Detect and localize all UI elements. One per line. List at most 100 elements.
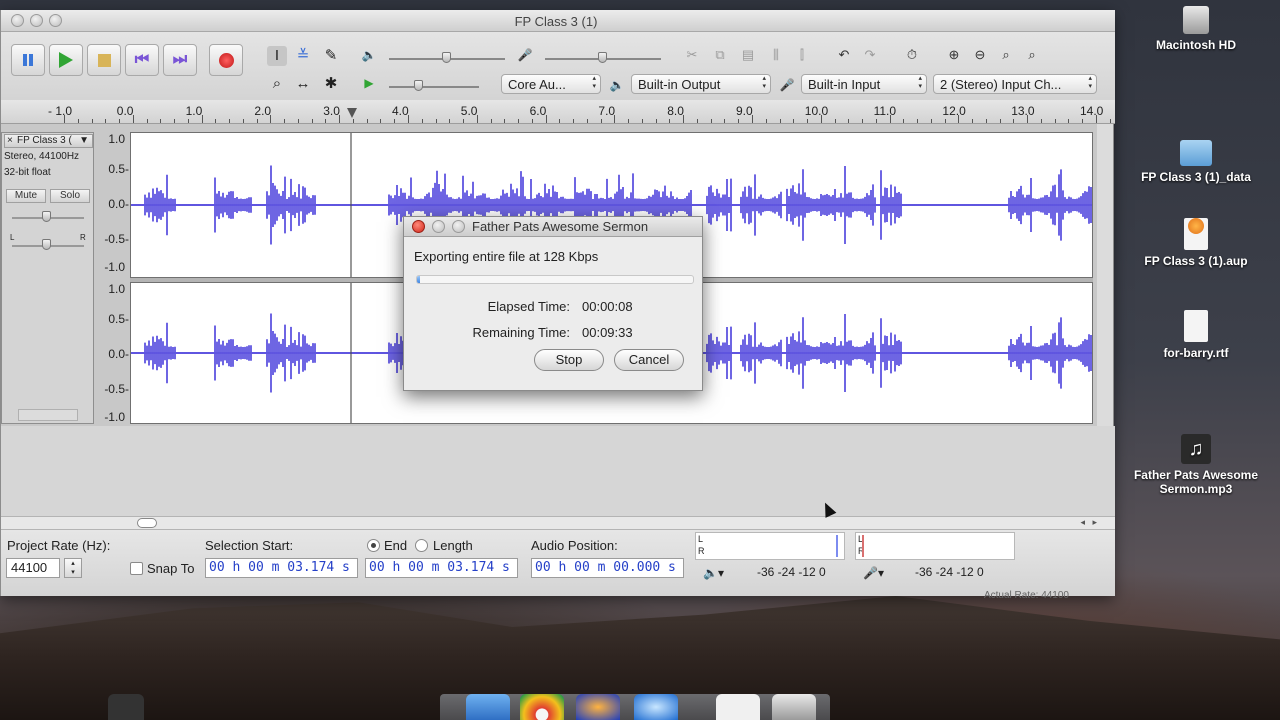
scrollbar-thumb[interactable] (137, 518, 157, 528)
finder-dock-icon[interactable] (466, 694, 510, 720)
gain-slider-thumb[interactable] (42, 211, 51, 222)
ruler-tick (958, 115, 960, 123)
ruler-tick (408, 115, 409, 123)
ruler-tick (889, 115, 891, 123)
desktop-icon-mp3-file[interactable]: ♫ Father Pats Awesome Sermon.mp3 (1126, 434, 1266, 496)
envelope-tool[interactable]: ≚ (293, 46, 313, 66)
copy-button[interactable]: ⧉ (709, 44, 731, 66)
export-progress-dialog: Father Pats Awesome Sermon Exporting ent… (403, 216, 703, 391)
silence-button[interactable]: ⫿ (791, 44, 813, 66)
record-button[interactable] (209, 44, 243, 76)
stop-export-button[interactable]: Stop (534, 349, 604, 371)
cancel-export-button[interactable]: Cancel (614, 349, 684, 371)
fit-selection-icon: ⌕ (1002, 47, 1010, 62)
record-volume-thumb[interactable] (598, 52, 607, 63)
paste-button[interactable]: ▤ (737, 44, 759, 66)
document-dock-icon[interactable] (716, 694, 760, 720)
speaker-small-icon[interactable]: 🔈▾ (703, 566, 724, 580)
mic-small-icon[interactable]: 🎤▾ (863, 566, 884, 580)
pause-button[interactable] (11, 44, 45, 76)
dialog-zoom-button[interactable] (452, 220, 465, 233)
ruler-tick (352, 119, 354, 123)
track-collapse-handle[interactable] (18, 409, 78, 421)
play-button[interactable] (49, 44, 83, 76)
selection-tool[interactable]: I (267, 46, 287, 66)
desktop-icon-rtf-file[interactable]: for-barry.rtf (1126, 310, 1266, 360)
scroll-left-arrow-icon[interactable]: ◂ (1080, 517, 1085, 528)
dialog-minimize-button[interactable] (432, 220, 445, 233)
ruler-tick (284, 119, 286, 123)
mute-button[interactable]: Mute (6, 189, 46, 203)
skip-to-start-button[interactable]: ⏮ (125, 44, 159, 76)
input-device-select[interactable]: Built-in Input (801, 74, 927, 94)
ruler-tick (917, 119, 919, 123)
playback-meter[interactable]: L R (695, 532, 845, 560)
audacity-dock-icon[interactable] (576, 694, 620, 720)
timeline-ruler[interactable]: - 1.0 0.0 1.0 2.0 3.0 4.0 5.0 6.0 7.0 8.0 9.0 10.0 1… (1, 100, 1115, 124)
time-shift-tool[interactable]: ↔ (293, 74, 313, 94)
zoom-out-button[interactable]: ⊖ (969, 44, 991, 66)
snap-to-label: Snap To (147, 561, 195, 576)
trim-button[interactable]: ⫼ (765, 44, 787, 66)
ruler-tick (421, 119, 423, 123)
fit-project-button[interactable]: ⌕ (1021, 44, 1043, 66)
output-device-select[interactable]: Built-in Output (631, 74, 771, 94)
dialog-titlebar: Father Pats Awesome Sermon (404, 217, 702, 237)
ruler-tick (985, 119, 987, 123)
undo-button[interactable]: ↶ (833, 44, 855, 66)
zoom-tool[interactable]: ⌕ (267, 74, 287, 94)
pan-slider-thumb[interactable] (42, 239, 51, 250)
ruler-tick (573, 119, 575, 123)
ruler-tick (1082, 119, 1084, 123)
close-track-icon[interactable]: × (7, 135, 13, 147)
dialog-title: Father Pats Awesome Sermon (472, 219, 649, 234)
end-label: End (384, 538, 408, 553)
ruler-tick (793, 119, 795, 123)
playhead-marker[interactable] (347, 108, 357, 118)
stop-button[interactable] (87, 44, 121, 76)
scroll-right-arrow-icon[interactable]: ▸ (1092, 517, 1097, 528)
itunes-dock-icon[interactable] (108, 694, 144, 720)
desktop-icon-data-folder[interactable]: FP Class 3 (1)_data (1126, 140, 1266, 184)
ruler-label: 7.0 (598, 104, 616, 118)
project-rate-input[interactable]: 44100 (6, 558, 60, 578)
safari-dock-icon[interactable] (634, 694, 678, 720)
trash-dock-icon[interactable] (772, 694, 816, 720)
play-at-speed-icon[interactable]: ▶ (359, 76, 379, 90)
project-rate-stepper[interactable]: ▴ ▾ (64, 558, 82, 578)
length-radio[interactable] (415, 539, 428, 552)
snap-to-checkbox[interactable] (130, 562, 143, 575)
selection-start-field[interactable]: 00 h 00 m 03.174 s (205, 558, 358, 578)
audio-host-select[interactable]: Core Au... (501, 74, 601, 94)
end-radio[interactable] (367, 539, 380, 552)
play-speed-thumb[interactable] (414, 80, 423, 91)
track-name-menu[interactable]: × FP Class 3 ( ▼ (4, 134, 93, 148)
horizontal-scrollbar[interactable]: ◂ ▸ (1, 516, 1115, 530)
input-mic-icon: 🎤 (779, 78, 795, 92)
playback-volume-thumb[interactable] (442, 52, 451, 63)
dialog-close-button[interactable] (412, 220, 425, 233)
desktop-icon-aup-file[interactable]: FP Class 3 (1).aup (1126, 210, 1266, 268)
selection-end-field[interactable]: 00 h 00 m 03.174 s (365, 558, 518, 578)
input-channels-select[interactable]: 2 (Stereo) Input Ch... (933, 74, 1097, 94)
ruler-tick (834, 119, 836, 123)
audio-position-field[interactable]: 00 h 00 m 00.000 s (531, 558, 684, 578)
desktop-icon-macintosh-hd[interactable]: Macintosh HD (1126, 6, 1266, 52)
redo-button[interactable]: ↷ (859, 44, 881, 66)
track-bitdepth: 32-bit float (4, 167, 51, 178)
fit-selection-button[interactable]: ⌕ (995, 44, 1017, 66)
skip-to-end-button[interactable]: ⏭ (163, 44, 197, 76)
zoom-in-button[interactable]: ⊕ (943, 44, 965, 66)
draw-tool[interactable]: ✎ (321, 46, 341, 66)
solo-button[interactable]: Solo (50, 189, 90, 203)
ruler-tick (683, 115, 685, 123)
ruler-label: 4.0 (392, 104, 409, 118)
sync-lock-button[interactable]: ⏱ (901, 44, 923, 66)
play-speed-slider[interactable] (389, 86, 479, 88)
ruler-tick (600, 119, 602, 123)
cut-button[interactable]: ✂ (681, 44, 703, 66)
multi-tool[interactable]: ✱ (321, 74, 341, 94)
chrome-dock-icon[interactable] (520, 694, 564, 720)
empty-track-area[interactable] (1, 426, 1115, 516)
record-meter[interactable]: L R (855, 532, 1015, 560)
